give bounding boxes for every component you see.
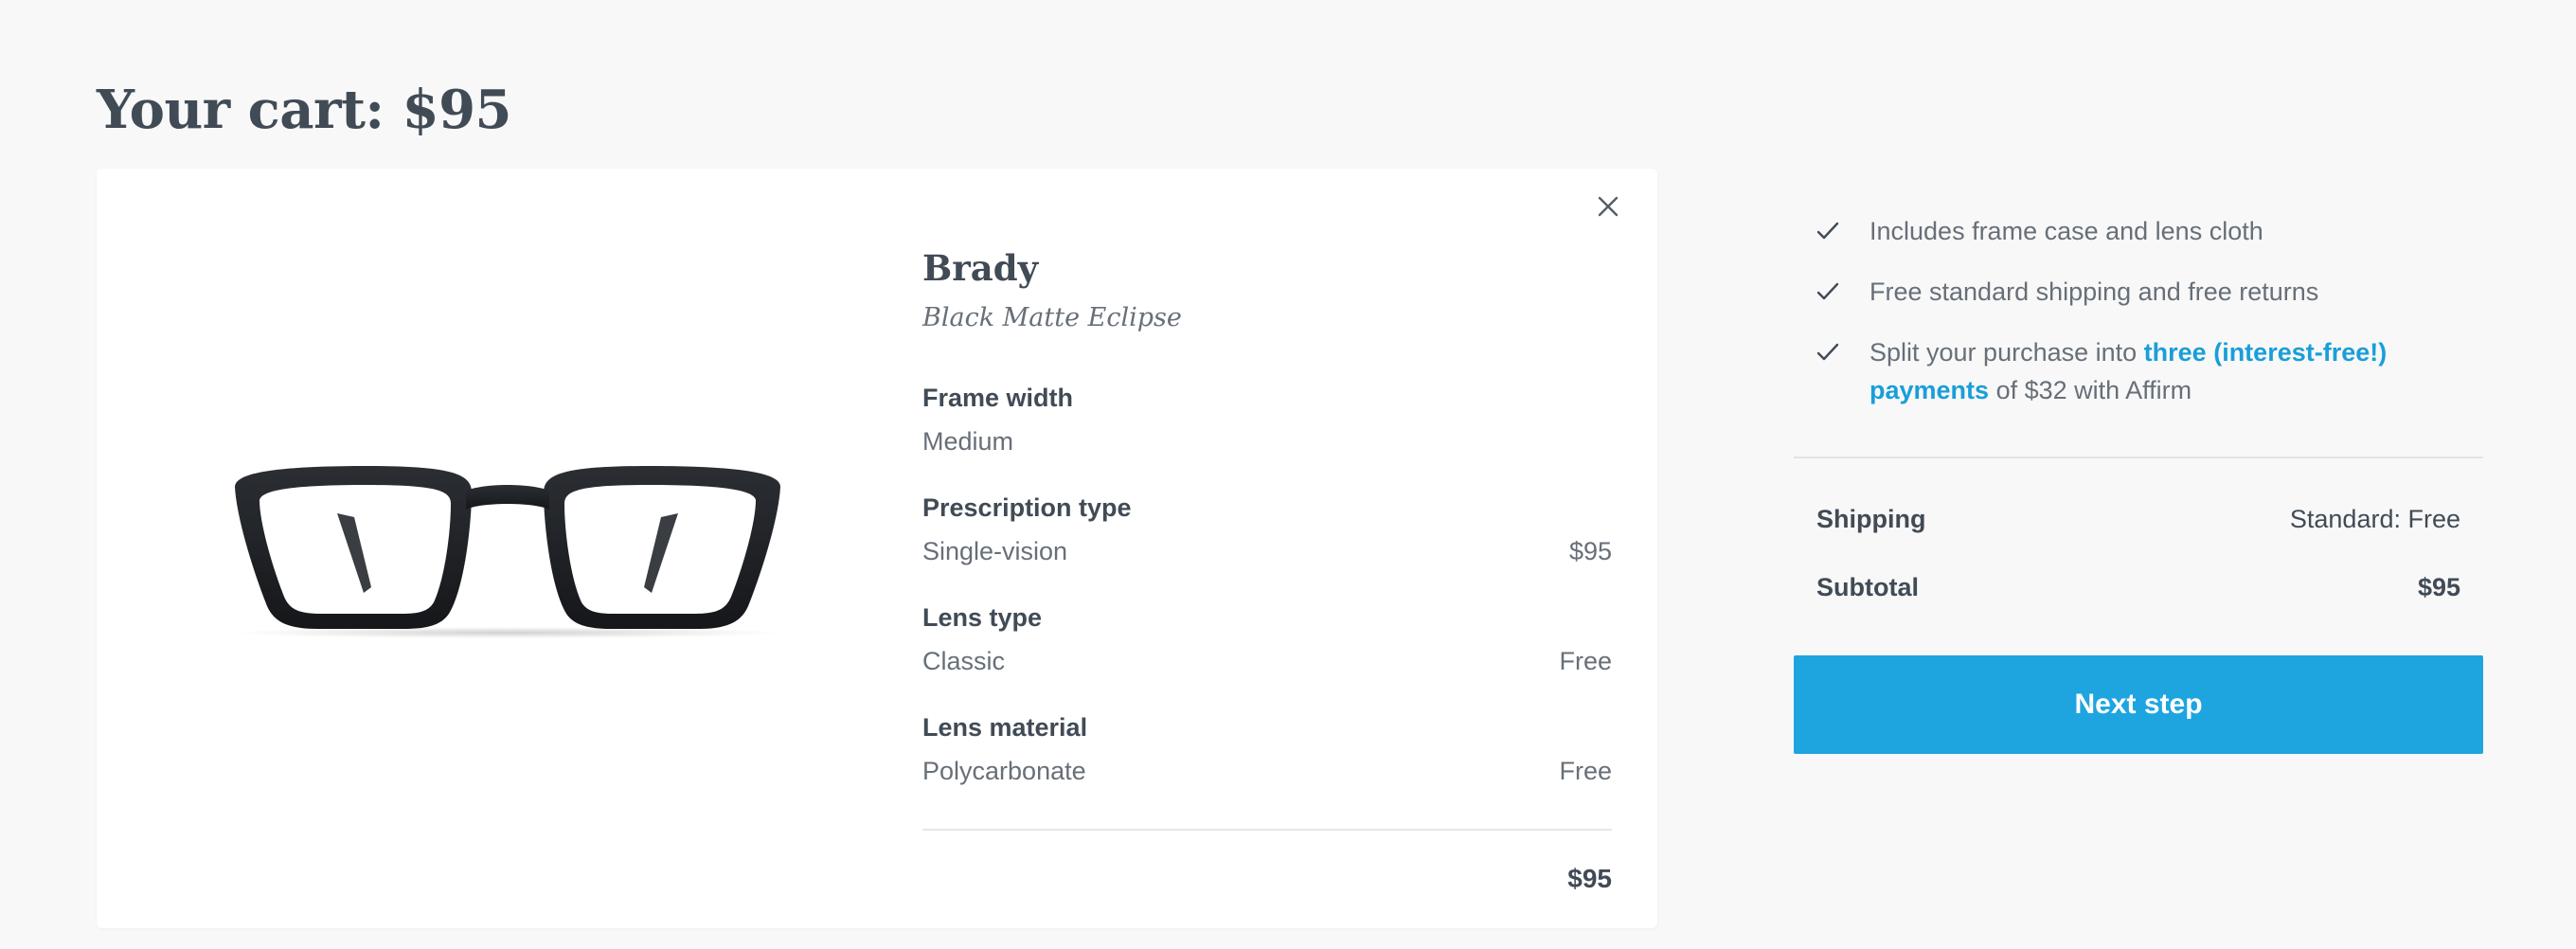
affirm-prefix: Split your purchase into — [1869, 338, 2144, 367]
check-icon — [1813, 216, 1843, 246]
summary-divider — [1794, 457, 2483, 458]
option-value-lens-material: Polycarbonate — [922, 757, 1086, 785]
card-divider — [922, 829, 1612, 831]
subtotal-label: Subtotal — [1816, 573, 1919, 601]
option-label-lens-type: Lens type — [922, 603, 1043, 632]
benefit-affirm: Split your purchase into three (interest… — [1869, 333, 2419, 409]
option-value-prescription-type: Single-vision — [922, 537, 1068, 565]
option-price-prescription-type: $95 — [1568, 537, 1612, 565]
product-name[interactable]: Brady — [922, 244, 1038, 292]
page-title: Your cart: $95 — [97, 79, 512, 141]
close-icon — [1598, 196, 1619, 217]
shipping-value: Standard: Free — [2289, 505, 2460, 533]
option-price-lens-type: Free — [1559, 647, 1612, 675]
shipping-label: Shipping — [1816, 505, 1926, 533]
next-step-button[interactable]: Next step — [1794, 655, 2483, 754]
option-label-frame-width: Frame width — [922, 384, 1074, 412]
benefit-shipping-returns: Free standard shipping and free returns — [1869, 278, 2319, 306]
option-label-prescription-type: Prescription type — [922, 493, 1132, 522]
option-value-lens-type: Classic — [922, 647, 1006, 675]
product-image — [224, 455, 792, 644]
affirm-suffix: of $32 with Affirm — [1989, 376, 2192, 404]
eyeglasses-image — [233, 466, 782, 638]
option-price-lens-material: Free — [1559, 757, 1612, 785]
benefit-case-cloth: Includes frame case and lens cloth — [1869, 217, 2263, 245]
product-color: Black Matte Eclipse — [922, 303, 1182, 332]
option-label-lens-material: Lens material — [922, 713, 1088, 742]
subtotal-value: $95 — [2417, 573, 2460, 601]
check-icon — [1813, 277, 1843, 307]
remove-item-button[interactable] — [1591, 189, 1625, 224]
option-value-frame-width: Medium — [922, 427, 1014, 456]
check-icon — [1813, 337, 1843, 367]
item-total: $95 — [1567, 864, 1612, 893]
